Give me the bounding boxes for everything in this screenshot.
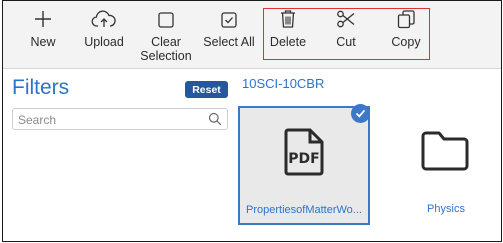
toolbar: New Upload Clear Selection Select All Del — [3, 1, 501, 69]
folder-path: 10SCI-10CBR — [242, 76, 325, 91]
folder-card[interactable]: Physics — [393, 111, 499, 223]
pdf-file-icon: PDF — [282, 126, 326, 183]
cloud-upload-icon — [91, 1, 117, 31]
selected-check-icon — [351, 104, 370, 123]
new-label: New — [30, 35, 56, 49]
svg-text:PDF: PDF — [288, 151, 319, 167]
search-field[interactable] — [12, 108, 228, 130]
app-window: New Upload Clear Selection Select All Del — [2, 0, 502, 242]
search-input[interactable] — [18, 111, 204, 128]
upload-button[interactable]: Upload — [75, 1, 133, 69]
checked-checkbox-icon — [220, 1, 238, 31]
select-all-button[interactable]: Select All — [199, 1, 259, 69]
upload-label: Upload — [84, 35, 124, 49]
search-icon[interactable] — [208, 112, 222, 131]
empty-checkbox-icon — [157, 1, 175, 31]
clear-selection-button[interactable]: Clear Selection — [135, 1, 197, 69]
file-name[interactable]: PropertiesofMatterWo... — [240, 204, 368, 216]
select-all-label: Select All — [203, 35, 255, 49]
plus-icon — [33, 1, 53, 31]
clear-selection-label: Clear Selection — [140, 35, 192, 63]
file-card-pdf[interactable]: PDF PropertiesofMatterWo... — [238, 106, 370, 225]
folder-icon — [420, 129, 470, 178]
filters-title: Filters — [12, 76, 70, 99]
new-button[interactable]: New — [17, 1, 69, 69]
folder-name[interactable]: Physics — [393, 203, 499, 215]
reset-button[interactable]: Reset — [185, 81, 228, 98]
actions-highlight-box — [263, 8, 430, 60]
